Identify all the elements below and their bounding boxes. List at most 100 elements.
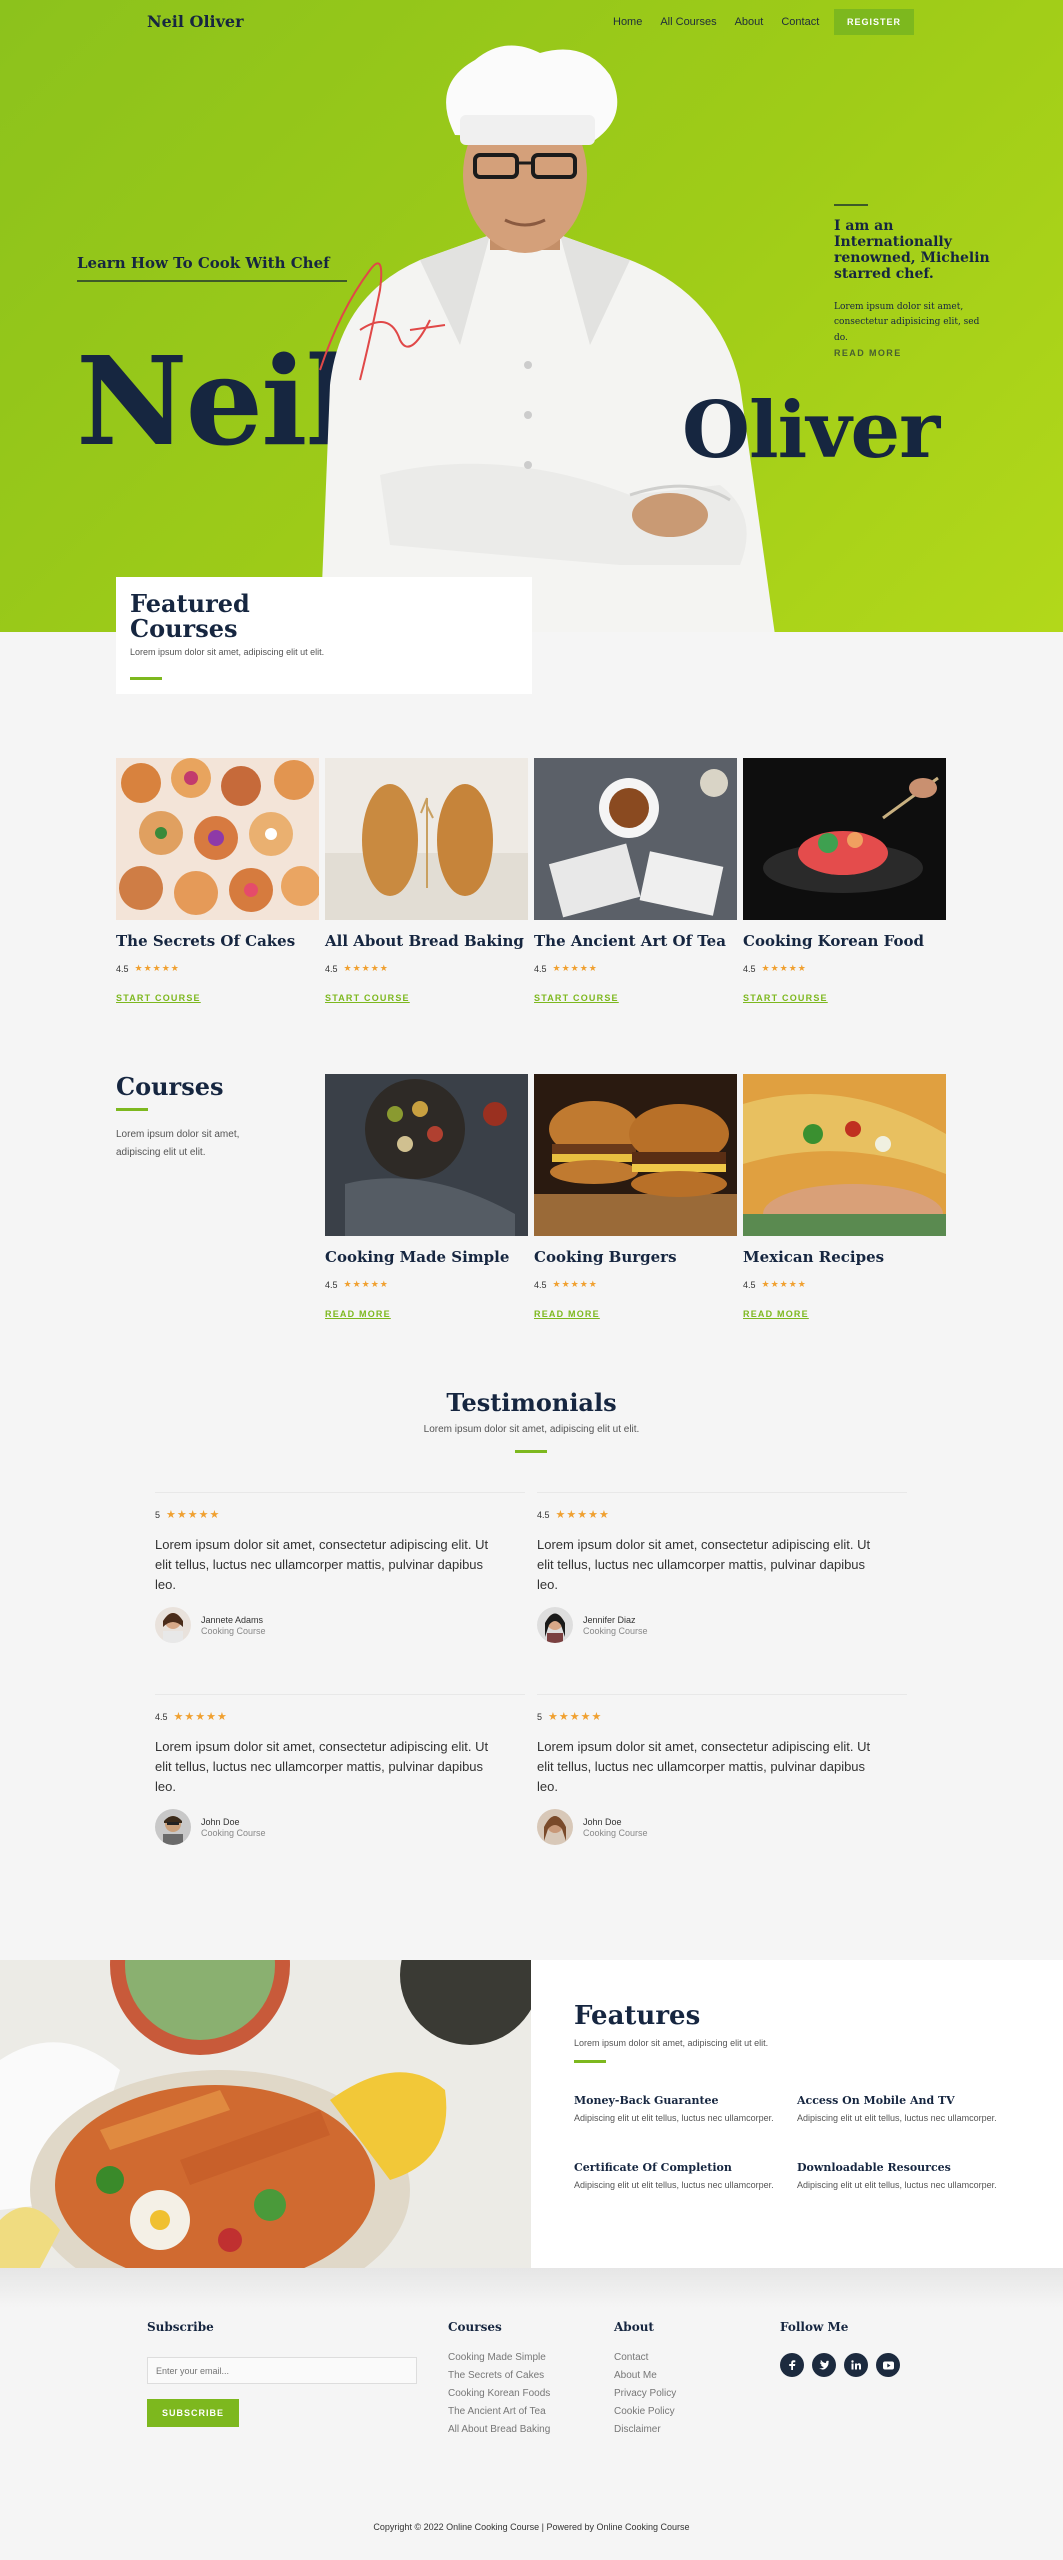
read-more-link[interactable]: READ MORE xyxy=(325,1309,391,1319)
featured-courses-card: Featured Courses Lorem ipsum dolor sit am… xyxy=(116,577,532,694)
testimonial-author: John Doe Cooking Course xyxy=(537,1809,887,1846)
star-icons: ★★★★★ xyxy=(555,1509,610,1521)
email-input[interactable] xyxy=(147,2357,417,2384)
twitter-icon[interactable] xyxy=(812,2353,836,2377)
course-title[interactable]: Cooking Burgers xyxy=(534,1248,737,1266)
footer-about: About Contact About Me Privacy Policy Co… xyxy=(614,2320,676,2442)
brand-logo[interactable]: Neil Oliver xyxy=(147,12,244,31)
footer-courses: Courses Cooking Made Simple The Secrets … xyxy=(448,2320,550,2442)
start-course-link[interactable]: START COURSE xyxy=(743,993,828,1003)
footer-link[interactable]: Contact xyxy=(614,2352,676,2363)
course-card[interactable]: Cooking Made Simple 4.5 ★★★★★ READ MORE xyxy=(325,1074,528,1322)
course-title[interactable]: The Ancient Art Of Tea xyxy=(534,932,737,950)
star-icons: ★★★★★ xyxy=(343,1279,389,1289)
avatar xyxy=(155,1809,191,1846)
nav-home[interactable]: Home xyxy=(613,16,642,28)
course-card[interactable]: All About Bread Baking 4.5 ★★★★★ START CO… xyxy=(325,758,528,1006)
bread-image[interactable] xyxy=(325,758,528,920)
testimonial-card: 5 ★★★★★ Lorem ipsum dolor sit amet, conse… xyxy=(155,1492,525,1644)
course-rating: 4.5 ★★★★★ xyxy=(743,1279,807,1290)
feature-item: Money-Back Guarantee Adipiscing elit ut e… xyxy=(574,2094,774,2123)
facebook-icon[interactable] xyxy=(780,2353,804,2377)
start-course-link[interactable]: START COURSE xyxy=(325,993,410,1003)
course-rating: 4.5 ★★★★★ xyxy=(743,963,807,974)
course-card[interactable]: Cooking Korean Food 4.5 ★★★★★ START COURS… xyxy=(743,758,946,1006)
testimonial-quote: Lorem ipsum dolor sit amet, consectetur … xyxy=(155,1739,489,1795)
social-links xyxy=(780,2353,900,2377)
feature-item: Certificate Of Completion Adipiscing elit… xyxy=(574,2161,774,2190)
testimonial-card: 4.5 ★★★★★ Lorem ipsum dolor sit amet, con… xyxy=(155,1694,525,1846)
copyright-text: Copyright © 2022 Online Cooking Course |… xyxy=(373,2522,690,2532)
footer-subscribe: Subscribe xyxy=(147,2320,214,2334)
hero-tagline: Learn How To Cook With Chef xyxy=(77,254,330,272)
course-card[interactable]: The Ancient Art Of Tea 4.5 ★★★★★ START CO… xyxy=(534,758,737,1006)
course-title[interactable]: Mexican Recipes xyxy=(743,1248,946,1266)
intro-divider xyxy=(834,204,868,206)
footer-link[interactable]: The Secrets of Cakes xyxy=(448,2370,550,2381)
star-icons: ★★★★★ xyxy=(173,1711,228,1723)
course-title[interactable]: Cooking Korean Food xyxy=(743,932,946,950)
course-title[interactable]: Cooking Made Simple xyxy=(325,1248,528,1266)
testimonial-rating: 5 ★★★★★ xyxy=(537,1711,603,1723)
course-title[interactable]: All About Bread Baking xyxy=(325,932,528,950)
testimonial-author: Jennifer Diaz Cooking Course xyxy=(537,1607,887,1644)
read-more-link[interactable]: READ MORE xyxy=(534,1309,600,1319)
start-course-link[interactable]: START COURSE xyxy=(116,993,201,1003)
featured-title: Featured Courses xyxy=(130,589,250,644)
burgers-image[interactable] xyxy=(534,1074,737,1236)
star-icons: ★★★★★ xyxy=(761,963,807,973)
star-icons: ★★★★★ xyxy=(343,963,389,973)
linkedin-icon[interactable] xyxy=(844,2353,868,2377)
section-shadow xyxy=(0,2268,1063,2308)
feature-item: Downloadable Resources Adipiscing elit ut… xyxy=(797,2161,997,2190)
features-panel: Features Lorem ipsum dolor sit amet, adi… xyxy=(531,1960,1063,2268)
intro-read-more-link[interactable]: READ MORE xyxy=(834,348,902,358)
accent-bar xyxy=(116,1108,148,1111)
footer-link[interactable]: Privacy Policy xyxy=(614,2388,676,2399)
cakes-image[interactable] xyxy=(116,758,319,920)
testimonial-card: 5 ★★★★★ Lorem ipsum dolor sit amet, conse… xyxy=(537,1694,907,1846)
footer-link[interactable]: The Ancient Art of Tea xyxy=(448,2406,550,2417)
course-card[interactable]: Mexican Recipes 4.5 ★★★★★ READ MORE xyxy=(743,1074,946,1322)
subscribe-button[interactable]: SUBSCRIBE xyxy=(147,2399,239,2427)
nav-about[interactable]: About xyxy=(735,16,764,28)
korean-food-image[interactable] xyxy=(743,758,946,920)
course-rating: 4.5 ★★★★★ xyxy=(325,963,389,974)
course-card[interactable]: The Secrets Of Cakes 4.5 ★★★★★ START COUR… xyxy=(116,758,319,1006)
footer-link[interactable]: About Me xyxy=(614,2370,676,2381)
simple-cooking-image[interactable] xyxy=(325,1074,528,1236)
course-title[interactable]: The Secrets Of Cakes xyxy=(116,932,319,950)
footer-link[interactable]: Cooking Korean Foods xyxy=(448,2388,550,2399)
course-card[interactable]: Cooking Burgers 4.5 ★★★★★ READ MORE xyxy=(534,1074,737,1322)
footer-link[interactable]: Disclaimer xyxy=(614,2424,676,2435)
testimonial-rating: 4.5 ★★★★★ xyxy=(155,1711,228,1723)
testimonial-author: Jannete Adams Cooking Course xyxy=(155,1607,505,1644)
footer-link[interactable]: Cooking Made Simple xyxy=(448,2352,550,2363)
mexican-recipes-image[interactable] xyxy=(743,1074,946,1236)
star-icons: ★★★★★ xyxy=(552,963,598,973)
youtube-icon[interactable] xyxy=(876,2353,900,2377)
star-icons: ★★★★★ xyxy=(552,1279,598,1289)
star-icons: ★★★★★ xyxy=(761,1279,807,1289)
footer-link[interactable]: All About Bread Baking xyxy=(448,2424,550,2435)
testimonial-rating: 5 ★★★★★ xyxy=(155,1509,221,1521)
nav-all-courses[interactable]: All Courses xyxy=(660,16,716,28)
footer-follow: Follow Me xyxy=(780,2320,848,2334)
accent-bar xyxy=(130,677,162,681)
read-more-link[interactable]: READ MORE xyxy=(743,1309,809,1319)
nav-contact[interactable]: Contact xyxy=(781,16,819,28)
start-course-link[interactable]: START COURSE xyxy=(534,993,619,1003)
intro-title: I am an Internationally renowned, Michel… xyxy=(834,218,990,283)
tea-image[interactable] xyxy=(534,758,737,920)
footer-about-title: About xyxy=(614,2320,654,2334)
course-rating: 4.5 ★★★★★ xyxy=(116,963,180,974)
testimonials-subtitle: Lorem ipsum dolor sit amet, adipiscing e… xyxy=(423,1424,640,1435)
footer-link[interactable]: Cookie Policy xyxy=(614,2406,676,2417)
star-icons: ★★★★★ xyxy=(134,963,180,973)
testimonial-rating: 4.5 ★★★★★ xyxy=(537,1509,610,1521)
testimonial-quote: Lorem ipsum dolor sit amet, consectetur … xyxy=(537,1739,871,1795)
feature-item: Access On Mobile And TV Adipiscing elit u… xyxy=(797,2094,997,2123)
course-rating: 4.5 ★★★★★ xyxy=(534,963,598,974)
avatar xyxy=(537,1809,573,1846)
register-button[interactable]: REGISTER xyxy=(834,9,914,35)
